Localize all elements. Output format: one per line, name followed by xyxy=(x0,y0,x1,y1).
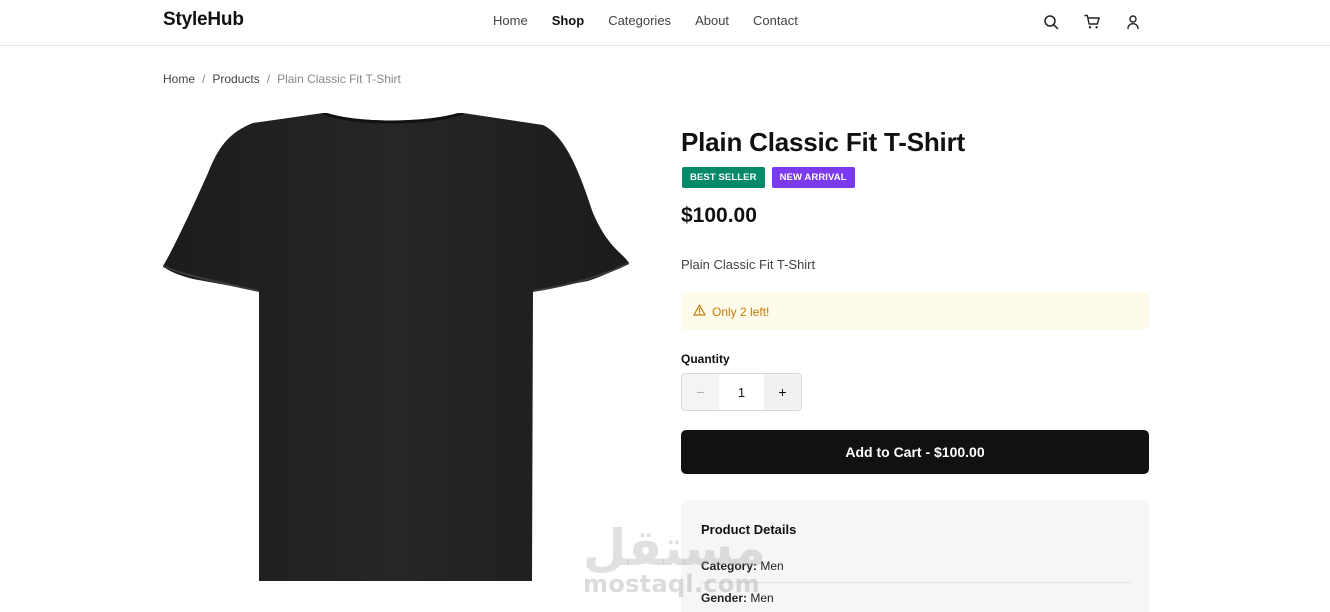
quantity-decrease-button[interactable]: − xyxy=(682,374,719,410)
breadcrumb-home[interactable]: Home xyxy=(163,72,195,86)
breadcrumb-current: Plain Classic Fit T-Shirt xyxy=(277,72,401,86)
site-logo[interactable]: StyleHub xyxy=(163,9,244,31)
quantity-label: Quantity xyxy=(681,352,730,366)
breadcrumb: Home / Products / Plain Classic Fit T-Sh… xyxy=(163,72,401,86)
product-title: Plain Classic Fit T-Shirt xyxy=(681,127,965,157)
product-badges: BEST SELLER NEW ARRIVAL xyxy=(682,167,855,188)
gender-label: Gender: xyxy=(701,591,748,605)
breadcrumb-products[interactable]: Products xyxy=(212,72,259,86)
header-actions xyxy=(1040,11,1163,33)
quantity-stepper: − 1 + xyxy=(681,373,802,411)
nav-about[interactable]: About xyxy=(695,13,729,28)
search-icon[interactable] xyxy=(1040,11,1062,33)
product-description: Plain Classic Fit T-Shirt xyxy=(681,257,816,272)
product-details-title: Product Details xyxy=(701,522,797,537)
product-price: $100.00 xyxy=(681,204,757,227)
detail-row-category: Category: Men xyxy=(701,559,1131,583)
nav-shop[interactable]: Shop xyxy=(552,13,585,28)
category-value: Men xyxy=(760,559,784,573)
best-seller-badge: BEST SELLER xyxy=(682,167,765,188)
add-to-cart-button[interactable]: Add to Cart - $100.00 xyxy=(681,430,1149,474)
quantity-increase-button[interactable]: + xyxy=(764,374,801,410)
stock-alert: Only 2 left! xyxy=(681,293,1149,330)
cart-icon[interactable] xyxy=(1081,11,1103,33)
breadcrumb-separator: / xyxy=(202,72,206,86)
gender-value: Men xyxy=(750,591,774,605)
category-label: Category: xyxy=(701,559,758,573)
quantity-input[interactable]: 1 xyxy=(719,374,764,410)
detail-row-gender: Gender: Men xyxy=(701,591,1131,605)
product-image xyxy=(163,113,629,581)
tshirt-image xyxy=(163,113,629,581)
stock-alert-text: Only 2 left! xyxy=(712,304,770,319)
new-arrival-badge: NEW ARRIVAL xyxy=(771,167,855,188)
warning-icon xyxy=(693,303,706,321)
nav-categories[interactable]: Categories xyxy=(608,13,671,28)
site-header: StyleHub Home Shop Categories About Cont… xyxy=(0,0,1330,46)
nav-contact[interactable]: Contact xyxy=(753,13,798,28)
breadcrumb-separator: / xyxy=(266,72,271,86)
product-details-card: Product Details Category: Men Gender: Me… xyxy=(681,500,1149,612)
user-icon[interactable] xyxy=(1122,11,1144,33)
nav-home[interactable]: Home xyxy=(493,13,528,28)
main-nav: Home Shop Categories About Contact xyxy=(493,13,822,28)
